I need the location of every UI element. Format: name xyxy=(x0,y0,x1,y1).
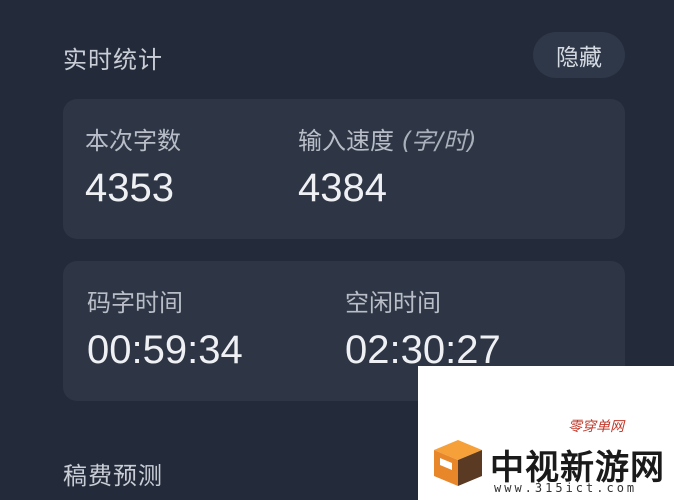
typing-time-stat: 码字时间 00:59:34 xyxy=(87,283,243,373)
typing-time-label: 码字时间 xyxy=(87,289,183,317)
idle-time-stat: 空闲时间 02:30:27 xyxy=(345,283,501,373)
input-speed-label-text: 输入速度 xyxy=(298,127,394,155)
hide-button[interactable]: 隐藏 xyxy=(533,32,625,78)
word-count-label: 本次字数 xyxy=(85,127,181,155)
input-speed-value: 4384 xyxy=(298,166,387,210)
realtime-stats-title: 实时统计 xyxy=(63,46,163,74)
word-count-value: 4353 xyxy=(85,166,174,210)
word-count-stat: 本次字数 4353 xyxy=(85,121,181,211)
input-speed-stat: 输入速度 (字/时) 4384 xyxy=(298,121,476,211)
idle-time-label: 空闲时间 xyxy=(345,289,441,317)
watermark-url: www.315ict.com xyxy=(494,481,638,495)
watermark-logo-icon xyxy=(434,440,482,486)
input-speed-unit: (字/时) xyxy=(401,127,477,155)
watermark-small-text: 零穿单网 xyxy=(568,419,624,435)
typing-time-value: 00:59:34 xyxy=(87,328,243,372)
manuscript-fee-title: 稿费预测 xyxy=(63,462,163,490)
input-speed-label: 输入速度 (字/时) xyxy=(298,121,476,156)
word-stats-card: 本次字数 4353 输入速度 (字/时) 4384 xyxy=(63,99,625,239)
